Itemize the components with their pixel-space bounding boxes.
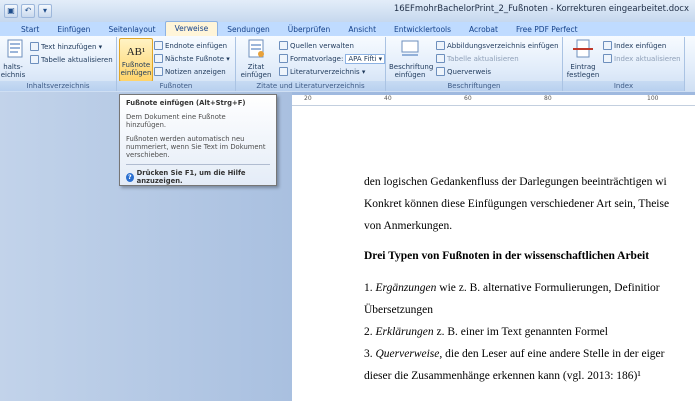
- customize-qat-icon[interactable]: ▾: [38, 4, 52, 18]
- mark-entry-button[interactable]: Eintrag festlegen: [566, 39, 600, 79]
- tooltip-description: Dem Dokument eine Fußnote hinzufügen.: [126, 113, 226, 129]
- doc-line: den logischen Gedankenfluss der Darlegun…: [364, 176, 667, 188]
- undo-icon[interactable]: ↶: [21, 4, 35, 18]
- ruler-tick: 20: [304, 95, 312, 102]
- group-fussnoten: AB¹ Fußnote einfügen Endnote einfügen Nä…: [117, 37, 236, 91]
- manage-sources-icon: [279, 41, 288, 50]
- toc-icon: [7, 39, 23, 58]
- tab-sendungen[interactable]: Sendungen: [218, 23, 279, 36]
- insert-index-button[interactable]: Index einfügen: [603, 40, 666, 51]
- group-label: Beschriftungen: [386, 81, 562, 91]
- group-label: Index: [563, 81, 684, 91]
- update-tof-button[interactable]: Tabelle aktualisieren: [436, 53, 519, 64]
- show-notes-button[interactable]: Notizen anzeigen: [154, 66, 226, 77]
- update-table-icon: [436, 54, 445, 63]
- manage-sources-button[interactable]: Quellen verwalten: [279, 40, 354, 51]
- tooltip-divider: [126, 164, 270, 165]
- group-label: Inhaltsverzeichnis: [0, 81, 116, 91]
- tab-ansicht[interactable]: Ansicht: [339, 23, 385, 36]
- group-zitate: Zitat einfügen ▾ Quellen verwalten Forma…: [236, 37, 386, 91]
- footnote-tooltip: Fußnote einfügen (Alt+Strg+F) Dem Dokume…: [119, 94, 277, 186]
- insert-index-icon: [603, 41, 612, 50]
- doc-line: Übersetzungen: [364, 304, 433, 316]
- tooltip-help: ? Drücken Sie F1, um die Hilfe anzuzeigen…: [126, 169, 246, 185]
- tab-einfuegen[interactable]: Einfügen: [48, 23, 99, 36]
- caption-icon: [401, 40, 419, 56]
- quick-access-toolbar: ▣ ↶ ▾: [4, 4, 52, 18]
- group-beschriftungen: Beschriftung einfügen Abbildungsverzeich…: [386, 37, 563, 91]
- group-label: Fußnoten: [117, 81, 235, 91]
- help-icon: ?: [126, 172, 134, 182]
- horizontal-ruler[interactable]: 20 40 60 80 100: [292, 95, 695, 106]
- cross-reference-icon: [436, 67, 445, 76]
- bibliography-button[interactable]: Literaturverzeichnis ▾: [279, 66, 365, 77]
- insert-footnote-button[interactable]: AB¹ Fußnote einfügen: [119, 38, 153, 82]
- update-table-icon: [30, 55, 39, 64]
- tab-verweise[interactable]: Verweise: [164, 21, 219, 36]
- doc-line: dieser die Zusammenhänge erkennen kann (…: [364, 370, 641, 382]
- tab-acrobat[interactable]: Acrobat: [460, 23, 507, 36]
- insert-caption-button[interactable]: Beschriftung einfügen: [389, 39, 433, 79]
- mark-entry-icon: [573, 39, 593, 58]
- table-of-figures-icon: [436, 41, 445, 50]
- ribbon-tabs: Start Einfügen Seitenlayout Verweise Sen…: [0, 21, 695, 36]
- document-page[interactable]: den logischen Gedankenfluss der Darlegun…: [292, 106, 695, 401]
- ruler-tick: 60: [464, 95, 472, 102]
- style-selector: Formatvorlage: APA Fifti ▾: [279, 53, 386, 64]
- insert-citation-button[interactable]: Zitat einfügen ▾: [239, 39, 273, 87]
- bibliography-icon: [279, 67, 288, 76]
- cross-reference-button[interactable]: Querverweis: [436, 66, 491, 77]
- tab-entwicklertools[interactable]: Entwicklertools: [385, 23, 460, 36]
- doc-list-item-1: 1. Ergänzungen wie z. B. alternative For…: [364, 282, 660, 294]
- title-bar: ▣ ↶ ▾ 16EFmohrBachelorPrint_2_Fußnoten -…: [0, 0, 695, 22]
- ruler-tick: 40: [384, 95, 392, 102]
- add-text-button[interactable]: Text hinzufügen ▾: [30, 41, 102, 52]
- update-index-button[interactable]: Index aktualisieren: [603, 53, 681, 64]
- toc-button[interactable]: halts- eichnis ▾: [0, 39, 26, 87]
- update-toc-button[interactable]: Tabelle aktualisieren: [30, 54, 113, 65]
- tab-ueberpruefen[interactable]: Überprüfen: [279, 23, 340, 36]
- group-label: Zitate und Literaturverzeichnis: [236, 81, 385, 91]
- update-index-icon: [603, 54, 612, 63]
- window-title: 16EFmohrBachelorPrint_2_Fußnoten - Korre…: [393, 4, 689, 14]
- save-icon[interactable]: ▣: [4, 4, 18, 18]
- insert-endnote-button[interactable]: Endnote einfügen: [154, 40, 227, 51]
- tooltip-title: Fußnote einfügen (Alt+Strg+F): [126, 99, 246, 107]
- next-footnote-button[interactable]: Nächste Fußnote ▾: [154, 53, 230, 64]
- ruler-tick: 80: [544, 95, 552, 102]
- tab-start[interactable]: Start: [12, 23, 48, 36]
- tab-seitenlayout[interactable]: Seitenlayout: [99, 23, 164, 36]
- ruler-tick: 100: [647, 95, 659, 102]
- doc-list-item-2: 2. Erklärungen z. B. einer im Text genan…: [364, 326, 608, 338]
- doc-heading: Drei Typen von Fußnoten in der wissensch…: [364, 250, 650, 262]
- group-inhaltsverzeichnis: halts- eichnis ▾ Text hinzufügen ▾ Tabel…: [0, 37, 117, 91]
- add-text-icon: [30, 42, 39, 51]
- citation-icon: [248, 39, 264, 58]
- doc-list-item-3: 3. Querverweise, die den Leser auf eine …: [364, 348, 665, 360]
- tab-free-pdf-perfect[interactable]: Free PDF Perfect: [507, 23, 587, 36]
- tooltip-description: Fußnoten werden automatisch neu nummerie…: [126, 135, 266, 159]
- style-icon: [279, 54, 288, 63]
- ribbon: halts- eichnis ▾ Text hinzufügen ▾ Tabel…: [0, 36, 695, 93]
- footnote-icon: AB¹: [126, 46, 146, 58]
- doc-line: von Anmerkungen.: [364, 220, 453, 232]
- next-footnote-icon: [154, 54, 163, 63]
- group-index: Eintrag festlegen Index einfügen Index a…: [563, 37, 685, 91]
- endnote-icon: [154, 41, 163, 50]
- insert-tof-button[interactable]: Abbildungsverzeichnis einfügen: [436, 40, 559, 51]
- style-dropdown[interactable]: APA Fifti ▾: [345, 53, 386, 64]
- doc-line: Konkret können diese Einfügungen verschi…: [364, 198, 670, 210]
- show-notes-icon: [154, 67, 163, 76]
